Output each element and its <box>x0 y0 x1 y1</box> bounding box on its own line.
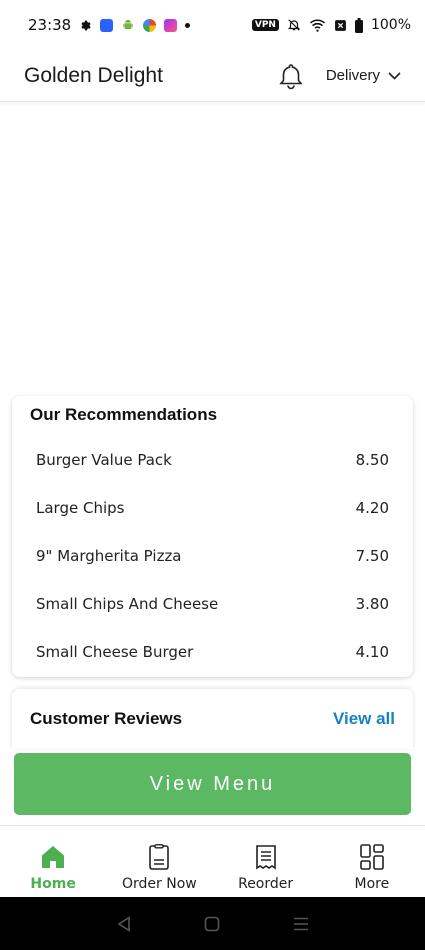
more-notifications-dot-icon <box>185 22 191 28</box>
nav-more[interactable]: More <box>319 826 425 897</box>
system-back-button[interactable] <box>109 909 139 939</box>
app-header: Golden Delight Delivery <box>0 50 425 102</box>
order-icon <box>145 843 173 871</box>
item-price: 4.10 <box>355 643 389 661</box>
messenger-app-icon <box>164 18 178 32</box>
status-time: 23:38 <box>28 16 72 34</box>
notifications-button[interactable] <box>276 61 306 91</box>
status-bar: 23:38 VPN 100% <box>0 0 425 50</box>
customer-reviews-card: Customer Reviews View all <box>12 689 413 749</box>
settings-gear-icon <box>79 19 92 32</box>
item-price: 4.20 <box>355 499 389 517</box>
nav-order-now[interactable]: Order Now <box>106 826 212 897</box>
nav-label: Order Now <box>122 876 197 892</box>
reviews-title: Customer Reviews <box>30 709 183 728</box>
delivery-label: Delivery <box>325 67 380 84</box>
system-recents-button[interactable] <box>286 909 316 939</box>
battery-percent: 100% <box>370 17 411 33</box>
view-menu-button[interactable]: View Menu <box>14 753 411 815</box>
delivery-mode-dropdown[interactable]: Delivery <box>326 67 401 84</box>
item-price: 8.50 <box>355 451 389 469</box>
chevron-down-icon <box>388 71 401 80</box>
item-price: 7.50 <box>355 547 389 565</box>
app-title: Golden Delight <box>24 63 163 87</box>
photos-app-icon <box>143 18 157 32</box>
android-icon <box>121 18 135 32</box>
header-actions: Delivery <box>276 61 401 91</box>
recommendation-item[interactable]: Large Chips 4.20 <box>12 484 413 532</box>
recommendation-item[interactable]: Burger Value Pack 8.50 <box>12 436 413 484</box>
item-name: Burger Value Pack <box>36 451 172 469</box>
nav-label: More <box>354 876 390 892</box>
system-nav-bar <box>0 897 425 950</box>
vpn-icon: VPN <box>251 19 279 31</box>
menu-lines-icon <box>293 916 309 932</box>
grid-icon <box>358 843 386 871</box>
bell-muted-icon <box>287 18 301 32</box>
item-name: Small Cheese Burger <box>36 643 194 661</box>
nav-home[interactable]: Home <box>0 826 106 897</box>
nav-label: Home <box>30 876 76 892</box>
item-name: 9" Margherita Pizza <box>36 547 182 565</box>
system-home-button[interactable] <box>197 909 227 939</box>
nav-label: Reorder <box>238 876 294 892</box>
recommendation-item[interactable]: 9" Margherita Pizza 7.50 <box>12 532 413 580</box>
nav-reorder[interactable]: Reorder <box>213 826 319 897</box>
receipt-icon <box>252 843 280 871</box>
broadcast-app-icon <box>100 18 114 32</box>
view-all-reviews-link[interactable]: View all <box>333 709 395 729</box>
item-name: Large Chips <box>36 499 125 517</box>
app-screen: 23:38 VPN 100% Golden Delight Delivery O… <box>0 0 425 950</box>
home-icon <box>39 843 67 871</box>
bottom-nav: Home Order Now Reorder More <box>0 825 425 897</box>
status-left: 23:38 <box>28 16 191 34</box>
recommendation-item[interactable]: Small Chips And Cheese 3.80 <box>12 580 413 628</box>
recommendation-item[interactable]: Small Cheese Burger 4.10 <box>12 628 413 676</box>
status-right: VPN 100% <box>251 17 411 33</box>
recommendations-card: Our Recommendations Burger Value Pack 8.… <box>12 396 413 677</box>
back-triangle-icon <box>117 915 131 932</box>
item-price: 3.80 <box>355 595 389 613</box>
home-square-icon <box>204 916 220 932</box>
wifi-icon <box>309 18 326 32</box>
bell-icon <box>278 62 304 90</box>
item-name: Small Chips And Cheese <box>36 595 219 613</box>
battery-icon <box>354 17 363 33</box>
recommendations-title: Our Recommendations <box>30 405 218 424</box>
recommendations-list: Burger Value Pack 8.50 Large Chips 4.20 … <box>12 436 413 676</box>
no-sim-icon <box>334 19 347 32</box>
